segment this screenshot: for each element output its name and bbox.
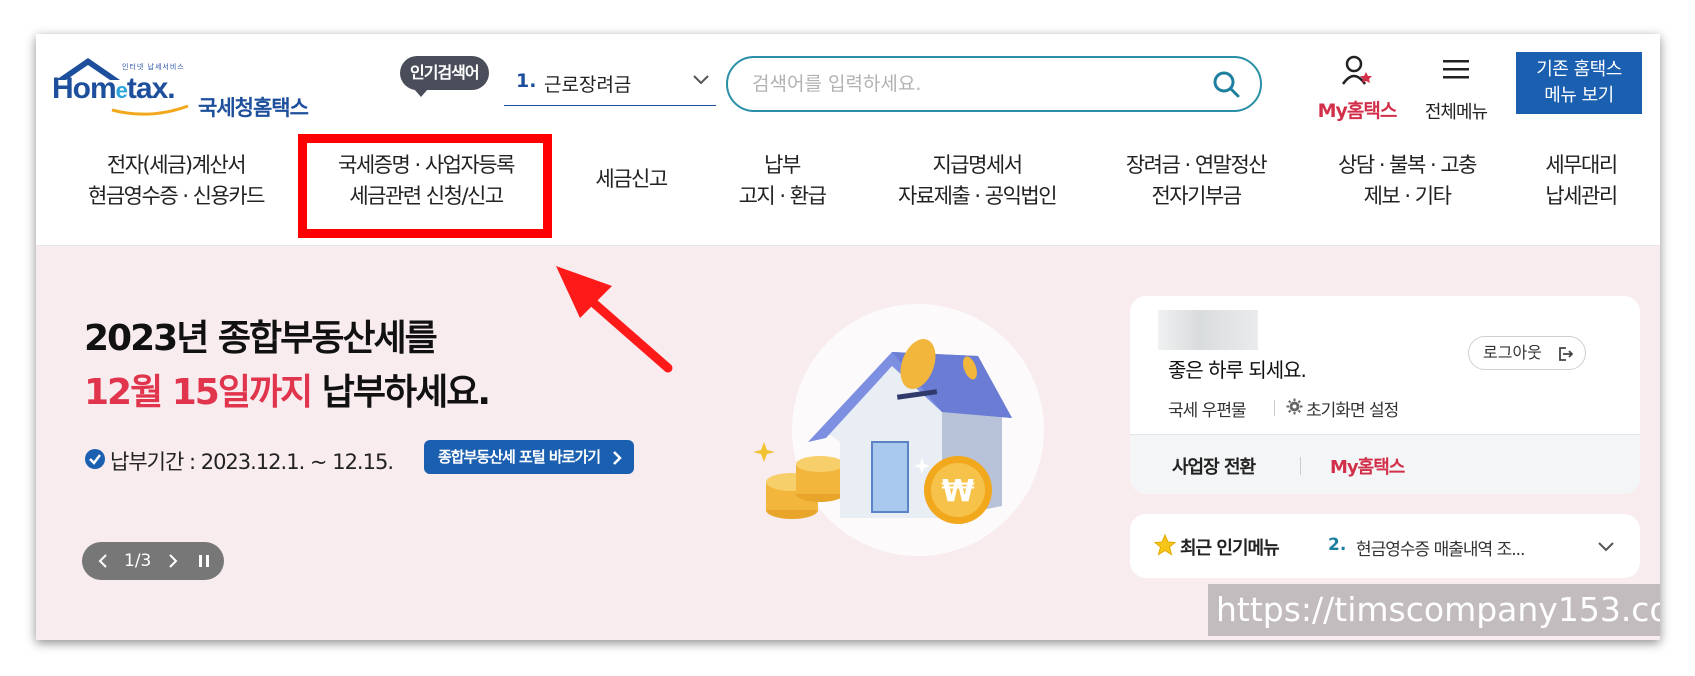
house-coin-illustration: ₩ [753,304,1044,556]
old-hometax-button[interactable]: 기존 홈택스 메뉴 보기 [1516,52,1642,114]
gnb-line1: 납부 [764,153,801,177]
logout-label: 로그아웃 [1483,343,1542,362]
svg-text:₩: ₩ [941,474,974,509]
watermark-text: https://timscompany153.com [1208,584,1660,636]
portal-button-label: 종합부동산세 포털 바로가기 [438,448,601,466]
pager-count: 1/3 [124,551,152,571]
card-footer: 사업장 전환 My홈택스 [1130,434,1640,494]
property-tax-portal-button[interactable]: 종합부동산세 포털 바로가기 [424,440,635,474]
my-hometax-link[interactable]: My홈택스 [1312,52,1402,122]
gnb-line2: 제보 · 기타 [1363,184,1452,208]
gnb-line2: 납세관리 [1545,184,1618,208]
recent-popular-menu[interactable]: 최근 인기메뉴 2. 현금영수증 매출내역 조... [1130,514,1640,578]
greeting-text: 좋은 하루 되세요. [1168,358,1307,382]
gnb-line1: 세금신고 [595,167,668,191]
divider [1274,400,1275,416]
gnb-line1: 지급명세서 [932,153,1023,177]
gnb-item-invoice[interactable]: 전자(세금)계산서 현금영수증 · 신용카드 [76,150,276,212]
gnb-item-tax-report[interactable]: 세금신고 [576,164,686,195]
chevron-left-icon[interactable] [98,554,108,568]
switch-business-button[interactable]: 사업장 전환 [1172,453,1256,479]
banner-title-line1: 2023년 종합부동산세를 [84,318,438,359]
gnb-line1: 전자(세금)계산서 [106,153,247,177]
my-hometax-card-link[interactable]: My홈택스 [1330,453,1405,479]
recent-menu-title: 최근 인기메뉴 [1180,538,1280,559]
popular-search-select[interactable]: 1. 근로장려금 [504,62,716,106]
search-box [726,56,1262,112]
gnb-item-incentive[interactable]: 장려금 · 연말정산 전자기부금 [1106,150,1286,212]
search-input[interactable] [752,68,1192,100]
gnb-line1: 장려금 · 연말정산 [1125,153,1268,177]
chevron-down-icon[interactable] [1598,542,1614,552]
gnb-item-counsel[interactable]: 상담 · 불복 · 고충 제보 · 기타 [1322,150,1492,212]
site-header: 인터넷 납세서비스 Hometax. 국세청홈택스 인기검색어 1. 근로장려금 [36,34,1660,246]
chevron-right-icon[interactable] [168,554,178,568]
gear-icon [1286,398,1303,415]
recent-menu-rank: 2. [1328,535,1347,555]
user-star-icon [1341,55,1372,85]
logo-swoosh-icon [111,104,189,116]
gnb-line1: 세무대리 [1545,153,1618,177]
star-icon [1154,534,1176,556]
blurred-user-name [1158,310,1258,350]
hamburger-icon [1443,60,1469,79]
gnb-item-payment[interactable]: 납부 고지 · 환급 [722,150,842,212]
gnb-item-agent[interactable]: 세무대리 납세관리 [1526,150,1636,212]
logo-tagline: 인터넷 납세서비스 [122,63,185,71]
old-hometax-line2: 메뉴 보기 [1544,85,1614,106]
gnb-item-statement[interactable]: 지급명세서 자료제출 · 공익법인 [882,150,1072,212]
recent-menu-item[interactable]: 현금영수증 매출내역 조... [1356,535,1525,560]
old-hometax-line1: 기존 홈택스 [1536,59,1622,80]
red-arrow-annotation [556,266,673,373]
banner-title-rest: 납부하세요. [311,372,491,413]
red-highlight-box [298,134,552,238]
popular-term: 근로장려금 [544,74,632,96]
logout-icon [1559,347,1573,361]
logo-korean-name: 국세청홈택스 [198,96,309,120]
search-icon[interactable] [1212,70,1240,98]
my-hometax-label: My홈택스 [1317,100,1398,122]
browser-viewport: 인터넷 납세서비스 Hometax. 국세청홈택스 인기검색어 1. 근로장려금 [36,34,1660,640]
all-menu-button[interactable]: 전체메뉴 [1416,52,1496,123]
gnb-line2: 전자기부금 [1151,184,1242,208]
reset-home-link[interactable]: 초기화면 설정 [1306,396,1399,421]
divider [1300,457,1301,475]
tax-mailbox-link[interactable]: 국세 우편물 [1168,396,1247,421]
global-navigation: 전자(세금)계산서 현금영수증 · 신용카드 국세증명 · 사업자등록 세금관련… [36,142,1660,232]
gnb-line2: 고지 · 환급 [738,184,827,208]
banner-deadline: 12월 15일까지 [84,372,313,413]
hometax-logo[interactable]: 인터넷 납세서비스 Hometax. 국세청홈택스 [50,52,320,122]
check-circle-icon [85,449,105,469]
all-menu-label: 전체메뉴 [1424,102,1488,123]
banner-title-line2: 12월 15일까지 납부하세요. [84,366,491,420]
popular-rank: 1. [516,70,537,92]
logo-wordmark: Hometax. [52,72,176,105]
chevron-right-icon [613,451,622,465]
gnb-line2: 현금영수증 · 신용카드 [88,184,265,208]
chevron-down-icon [693,75,709,85]
logout-button[interactable]: 로그아웃 [1468,336,1586,370]
gnb-line2: 자료제출 · 공익법인 [897,184,1058,208]
main-banner-area: 2023년 종합부동산세를 12월 15일까지 납부하세요. 납부기간 : 20… [36,246,1660,640]
pause-icon[interactable] [198,554,210,568]
banner-title: 2023년 종합부동산세를 12월 15일까지 납부하세요. [84,312,491,420]
popular-search-badge: 인기검색어 [400,56,489,97]
user-info-card: 좋은 하루 되세요. 로그아웃 국세 우편물 초기화면 설정 사업장 전환 My… [1130,296,1640,494]
gnb-line1: 상담 · 불복 · 고충 [1338,153,1477,177]
payment-period-text: 납부기간 : 2023.12.1. ~ 12.15. [110,450,394,474]
banner-pager: 1/3 [82,542,224,580]
